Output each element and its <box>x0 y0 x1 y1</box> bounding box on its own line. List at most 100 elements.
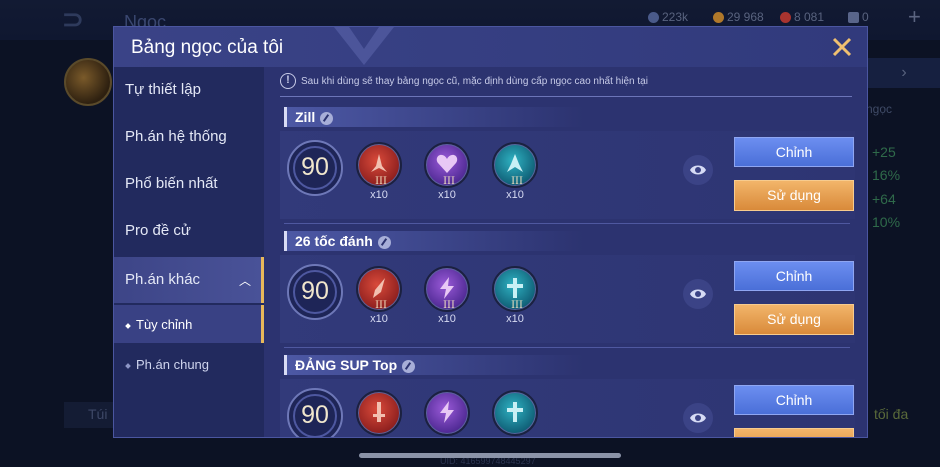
sidebar: Tự thiết lập Ph.án hệ thống Phổ biến nhấ… <box>114 67 264 437</box>
gem-purple[interactable]: III x10 <box>423 142 471 206</box>
set-name: ĐẢNG SUP Top <box>295 357 398 373</box>
lightning-rune-icon <box>440 401 454 423</box>
rune-set-card: 26 tốc đánh 90 III x10 III x10 III x10 C… <box>280 231 855 355</box>
rune-set-card: ĐẢNG SUP Top 90 Chỉnh <box>280 355 855 437</box>
sidebar-item-other-plans[interactable]: Ph.án khác ︿ <box>114 257 264 303</box>
preview-button[interactable] <box>683 279 713 309</box>
ticket-icon <box>848 11 859 23</box>
level-number: 90 <box>301 401 329 429</box>
heart-rune-icon <box>436 154 458 173</box>
home-indicator[interactable] <box>359 453 621 458</box>
lightning-rune-icon <box>440 277 454 299</box>
rune-page-dialog: Bảng ngọc của tôi Tự thiết lập Ph.án hệ … <box>113 26 868 438</box>
notice: ! Sau khi dùng sẽ thay bảng ngọc cũ, mặc… <box>280 73 855 95</box>
gem-tier: III <box>443 300 455 311</box>
sword-rune-icon <box>373 402 385 422</box>
gem-purple[interactable] <box>423 390 471 437</box>
background-max-label: tối đa <box>874 406 909 422</box>
rename-pencil-icon[interactable] <box>320 111 334 125</box>
level-badge: 90 <box>286 263 344 321</box>
set-name-bar: ĐẢNG SUP Top <box>284 355 584 375</box>
close-icon <box>832 37 852 57</box>
gem-purple[interactable]: III x10 <box>423 266 471 330</box>
gem-tier: III <box>443 176 455 187</box>
gem-tier: III <box>375 176 387 187</box>
background-stat: +25 <box>872 144 896 160</box>
sidebar-item-custom-setup[interactable]: Tự thiết lập <box>114 67 264 113</box>
use-button[interactable] <box>734 428 854 437</box>
rune-set-card: Zill 90 III x10 III x10 III x10 Chỉnh Sử… <box>280 107 855 231</box>
gem-tier: III <box>511 300 523 311</box>
bullet-icon <box>125 362 131 369</box>
gem-teal[interactable]: III x10 <box>491 142 539 206</box>
preview-button[interactable] <box>683 403 713 433</box>
dialog-title: Bảng ngọc của tôi <box>131 37 284 58</box>
sidebar-item-pro-recommend[interactable]: Pro đề cử <box>114 208 264 254</box>
hero-avatar[interactable] <box>64 58 112 106</box>
notice-text: Sau khi dùng sẽ thay bảng ngọc cũ, mặc đ… <box>301 76 648 87</box>
eye-icon <box>690 289 706 299</box>
gem-red[interactable]: III x10 <box>355 266 403 330</box>
red-rune-icon <box>371 154 387 172</box>
resource-gem: 8 081 <box>780 10 824 24</box>
gem-teal[interactable]: III x10 <box>491 266 539 330</box>
background-chevron-icon[interactable]: › <box>868 58 940 88</box>
use-button[interactable]: Sử dụng <box>734 180 854 211</box>
gem-count: x10 <box>506 189 524 201</box>
add-icon[interactable]: + <box>908 4 921 30</box>
resource-ticket: 0 <box>848 10 869 24</box>
sidebar-item-system-plan[interactable]: Ph.án hệ thống <box>114 114 264 160</box>
level-number: 90 <box>301 277 329 305</box>
set-name: Zill <box>295 109 316 125</box>
divider <box>280 96 852 97</box>
level-badge: 90 <box>286 387 344 437</box>
cross-rune-icon <box>507 278 523 298</box>
resource-diamond: 223k <box>648 10 688 24</box>
eye-icon <box>690 165 706 175</box>
gem-tier: III <box>511 176 523 187</box>
edit-button[interactable]: Chỉnh <box>734 261 854 291</box>
divider <box>284 223 850 224</box>
background-label: ngọc <box>866 102 893 116</box>
back-arrow-icon[interactable]: ⊃ <box>62 6 106 32</box>
edit-button[interactable]: Chỉnh <box>734 137 854 167</box>
preview-button[interactable] <box>683 155 713 185</box>
rename-pencil-icon[interactable] <box>402 359 416 373</box>
teal-rune-icon <box>507 154 523 172</box>
set-name-bar: 26 tốc đánh <box>284 231 584 251</box>
resource-gold: 29 968 <box>713 10 764 24</box>
close-button[interactable] <box>828 33 856 61</box>
info-icon: ! <box>280 73 296 89</box>
background-stat: 16% <box>872 167 901 183</box>
cross-rune-icon <box>507 402 523 422</box>
eye-icon <box>690 413 706 423</box>
background-stat: 10% <box>872 214 901 230</box>
header-decoration-icon <box>334 27 394 65</box>
sidebar-subitem-general[interactable]: Ph.án chung <box>114 345 264 383</box>
gem-count: x10 <box>438 313 456 325</box>
gem-red[interactable] <box>355 390 403 437</box>
gem-red[interactable]: III x10 <box>355 142 403 206</box>
sidebar-item-most-popular[interactable]: Phổ biến nhất <box>114 161 264 207</box>
set-name-bar: Zill <box>284 107 584 127</box>
edit-button[interactable]: Chỉnh <box>734 385 854 415</box>
gem-count: x10 <box>506 313 524 325</box>
level-badge: 90 <box>286 139 344 197</box>
gem-count: x10 <box>370 313 388 325</box>
bullet-icon <box>125 322 131 329</box>
gold-coin-icon <box>713 11 724 23</box>
red-gem-icon <box>780 11 791 23</box>
gem-teal[interactable] <box>491 390 539 437</box>
blade-rune-icon <box>373 278 385 298</box>
chevron-up-icon: ︿ <box>238 274 251 288</box>
gem-tier: III <box>375 300 387 311</box>
level-number: 90 <box>301 153 329 181</box>
dialog-header: Bảng ngọc của tôi <box>114 27 867 67</box>
sidebar-subitem-custom[interactable]: Tùy chỉnh <box>114 305 264 343</box>
divider <box>284 347 850 348</box>
bag-button[interactable]: Túi <box>64 402 116 428</box>
set-name: 26 tốc đánh <box>295 233 373 249</box>
use-button[interactable]: Sử dụng <box>734 304 854 335</box>
rename-pencil-icon[interactable] <box>377 235 391 249</box>
background-stat: +64 <box>872 191 896 207</box>
